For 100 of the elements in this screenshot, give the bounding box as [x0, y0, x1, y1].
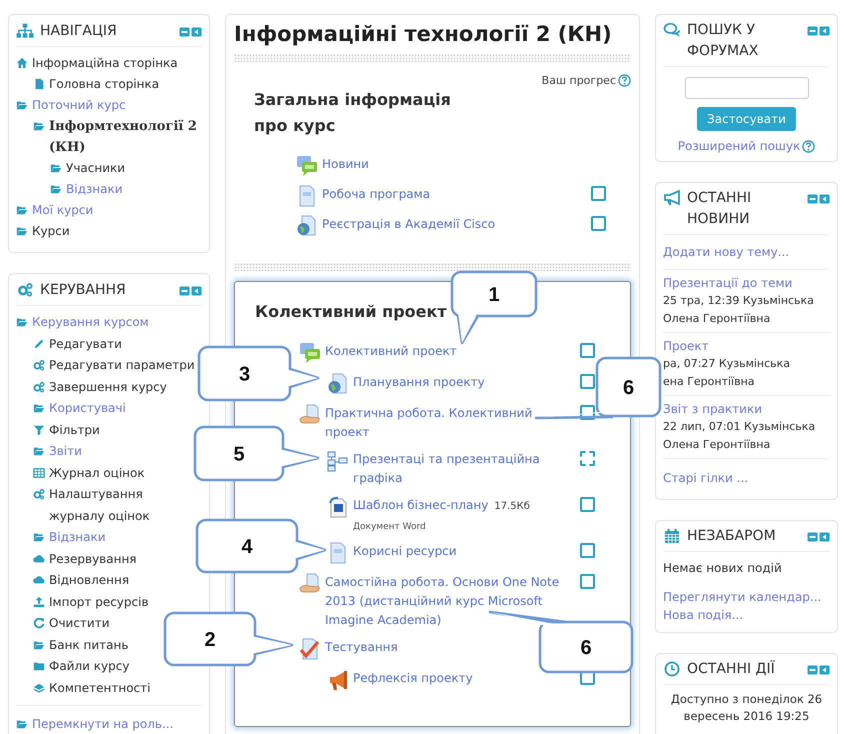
callout: 4 — [196, 518, 326, 574]
block-title: НЕЗАБАРОМ — [687, 527, 777, 546]
activity-link[interactable]: Планування проекту — [353, 373, 485, 392]
apply-button[interactable]: Застосувати — [697, 107, 796, 131]
dock-icon[interactable] — [819, 26, 830, 36]
admin-link[interactable]: Завершення курсу — [49, 376, 167, 398]
post-meta: ена Геронтіївна — [663, 374, 756, 390]
dock-icon[interactable] — [819, 532, 830, 542]
minus-icon[interactable] — [807, 532, 818, 542]
megaphone-icon — [327, 669, 349, 691]
block-title: НАВІГАЦІЯ — [40, 22, 118, 41]
advanced-search-link[interactable]: Розширений пошук — [678, 139, 800, 153]
folder-icon — [16, 99, 28, 111]
nav-link[interactable]: Інформаційна сторінка — [32, 53, 178, 74]
post-meta: 22 лип, 07:01 Кузьмінська — [663, 419, 816, 435]
activity-link[interactable]: Корисні ресурси — [353, 542, 457, 561]
admin-link[interactable]: Керування курсом — [32, 312, 149, 334]
dock-icon[interactable] — [819, 194, 830, 204]
post-meta: Олена Геронтіївна — [663, 311, 772, 327]
course-title: Інформаційні технології 2 (КН) — [234, 21, 613, 48]
minus-icon[interactable] — [807, 26, 818, 36]
search-field[interactable] — [684, 77, 808, 99]
add-topic-link[interactable]: Додати нову тему... — [663, 245, 790, 259]
minus-icon[interactable] — [807, 665, 818, 675]
activity-link[interactable]: Рефлексія проекту — [353, 669, 473, 688]
calendar-icon — [663, 528, 681, 544]
admin-link[interactable]: Журнал оцінок — [49, 462, 145, 484]
block-title: ОСТАННІ ДІЇ — [687, 659, 776, 679]
admin-link[interactable]: Банк питань — [49, 634, 128, 656]
block-title: ОСТАННІ НОВИНИ — [687, 189, 752, 229]
folder-icon — [50, 162, 62, 174]
post-meta: ра, 07:27 Кузьмінська — [663, 356, 792, 372]
activity-link[interactable]: Новини — [322, 155, 369, 174]
recent-activity-text: Доступно з понеділок 26 вересень 2016 19:25 — [670, 691, 824, 725]
admin-link[interactable]: Компетентності — [49, 678, 150, 699]
dock-icon[interactable] — [191, 27, 202, 37]
activity-link[interactable]: Презентаці та презентаційна графіка — [353, 450, 580, 488]
folder-icon — [50, 183, 62, 195]
completion-checkbox[interactable] — [580, 451, 595, 466]
minus-icon[interactable] — [179, 27, 190, 37]
admin-link[interactable]: Редагувати — [49, 334, 122, 355]
dock-icon[interactable] — [819, 665, 830, 675]
admin-link[interactable]: Відновлення — [49, 570, 130, 592]
completion-checkbox[interactable] — [591, 216, 606, 231]
diagram-icon — [327, 450, 349, 472]
nav-link[interactable]: Поточний курс — [32, 95, 126, 116]
calendar-link[interactable]: Нова подія... — [663, 608, 744, 622]
nav-link[interactable]: Інформтехнології 2 (КН) — [49, 116, 202, 158]
calendar-link[interactable]: Переглянути календар... — [663, 590, 822, 604]
dock-icon[interactable] — [191, 286, 202, 296]
nav-link[interactable]: Курси — [32, 221, 70, 242]
clock-icon — [663, 661, 681, 677]
admin-link[interactable]: Очистити — [49, 613, 110, 634]
gears-icon — [33, 488, 45, 500]
minus-icon[interactable] — [179, 286, 190, 296]
post-title-link[interactable]: Презентації до теми — [663, 274, 830, 292]
block-title: КЕРУВАННЯ — [40, 281, 127, 300]
completion-checkbox[interactable] — [580, 543, 595, 558]
admin-link[interactable]: Користувачі — [49, 398, 126, 420]
file-size: 17.5Кб — [494, 500, 530, 514]
block-title: ПОШУК У ФОРУМАХ — [687, 21, 760, 61]
speech-bubbles-icon — [663, 22, 681, 38]
post-title-link[interactable]: Звіт з практики — [663, 400, 830, 418]
completion-checkbox[interactable] — [580, 343, 595, 358]
no-events-text: Немає нових подій — [663, 560, 783, 577]
activity-link[interactable]: Реєстрація в Академії Cisco — [322, 215, 496, 234]
admin-link[interactable]: Редагувати параметри — [49, 355, 195, 376]
completion-checkbox[interactable] — [580, 574, 595, 589]
completion-checkbox[interactable] — [591, 186, 606, 201]
switch-role-link[interactable]: Перемкнути на роль... — [32, 714, 174, 734]
help-icon[interactable] — [618, 74, 631, 87]
folder-icon — [33, 531, 45, 543]
nav-link[interactable]: Учасники — [66, 158, 126, 179]
admin-link[interactable]: Фільтри — [49, 420, 100, 441]
admin-link[interactable]: Відзнаки — [49, 527, 106, 548]
nav-link[interactable]: Відзнаки — [66, 179, 122, 200]
admin-link[interactable]: Звіти — [49, 441, 82, 462]
activity-link[interactable]: Тестування — [325, 638, 398, 657]
home-icon — [16, 57, 28, 69]
post-title-link[interactable]: Проект — [663, 337, 830, 355]
hand-document-icon — [299, 404, 321, 426]
help-icon[interactable] — [802, 140, 816, 152]
older-topics-link[interactable]: Старі гілки ... — [663, 471, 748, 485]
admin-link[interactable]: Файли курсу — [49, 656, 130, 678]
admin-link[interactable]: Резервування — [49, 548, 137, 570]
activity-link[interactable]: Робоча програма — [322, 185, 430, 204]
nav-link[interactable]: Мої курси — [32, 200, 94, 221]
nav-link[interactable]: Головна сторінка — [49, 74, 160, 95]
cloud-icon — [33, 552, 45, 564]
minus-icon[interactable] — [807, 194, 818, 204]
post-meta: Олена Геронтіївна — [663, 437, 772, 453]
callout: 3 — [198, 346, 320, 402]
checkmark-document-icon — [299, 638, 321, 660]
admin-link[interactable]: Імпорт ресурсів — [49, 592, 149, 613]
filter-icon — [33, 424, 45, 436]
completion-checkbox[interactable] — [580, 497, 595, 512]
activity-link[interactable]: Шаблон бізнес-плану — [353, 496, 488, 515]
callout: 6 — [488, 610, 634, 674]
folder-icon — [16, 718, 28, 730]
activity-link[interactable]: Колективний проект — [325, 342, 457, 361]
